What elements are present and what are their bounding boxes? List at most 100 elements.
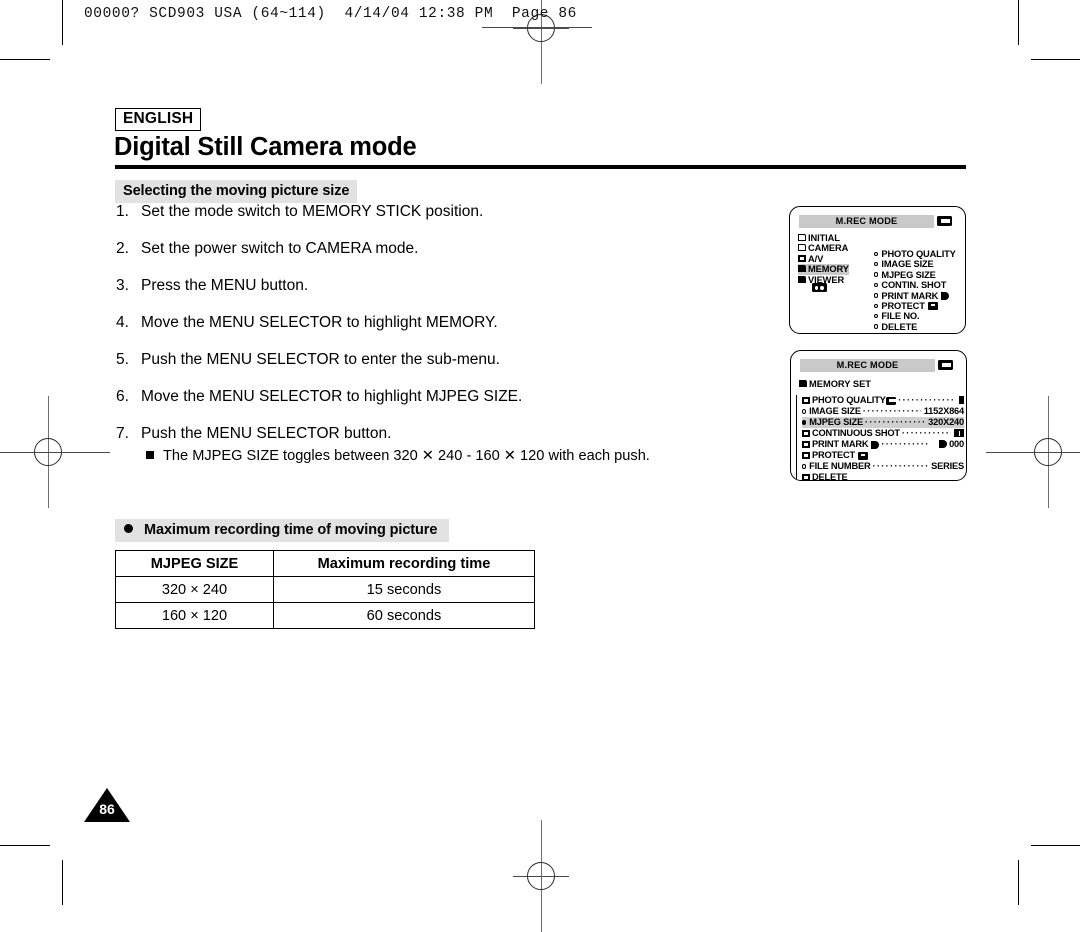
- leader-dots: ···············: [901, 428, 951, 438]
- step-text: Set the mode switch to MEMORY STICK posi…: [141, 203, 484, 220]
- folder-open-icon: [799, 380, 807, 387]
- lcd-submenu-item-photo-quality[interactable]: PHOTO QUALITY: [874, 249, 956, 259]
- lock-icon: [858, 451, 869, 460]
- lcd-setting-photo-quality[interactable]: PHOTO QUALITY ···············: [802, 395, 964, 406]
- lcd-memory-set-list: PHOTO QUALITY ··············· IMAGE SIZE…: [802, 395, 964, 480]
- lcd-submenu-item-contin-shot[interactable]: CONTIN. SHOT: [874, 280, 956, 290]
- leader-dots: ··············: [872, 461, 929, 471]
- lcd-setting-print-mark[interactable]: PRINT MARK ··········· 000: [802, 439, 964, 450]
- leader-dots: ···············: [864, 417, 926, 427]
- circle-icon: [874, 303, 879, 308]
- table-cell-recording-time: 60 seconds: [273, 602, 535, 629]
- lcd-menu-item-av[interactable]: A/V: [798, 254, 849, 264]
- section-heading-text: Maximum recording time of moving picture: [144, 522, 438, 538]
- table-header-row: MJPEG SIZE Maximum recording time: [115, 550, 535, 577]
- table-header-cell: Maximum recording time: [273, 550, 535, 577]
- print-mark-icon: [871, 440, 880, 449]
- lcd-submenu-item-protect[interactable]: PROTECT: [874, 301, 956, 311]
- step-text: Move the MENU SELECTOR to highlight MEMO…: [141, 314, 498, 331]
- table-row: 320 × 240 15 seconds: [115, 576, 535, 603]
- setting-value: SERIES: [931, 461, 964, 471]
- section-heading-selecting-size: Selecting the moving picture size: [115, 180, 358, 203]
- folder-open-icon: [802, 397, 810, 404]
- circle-icon: [802, 409, 807, 414]
- setting-label: CONTINUOUS SHOT: [812, 428, 900, 438]
- folder-icon: [798, 275, 806, 283]
- leader-dots: ···········: [881, 439, 930, 449]
- lcd-setting-delete[interactable]: DELETE: [802, 472, 964, 480]
- lcd-menu-item-camera[interactable]: CAMERA: [798, 243, 849, 253]
- instruction-step: 1. Set the mode switch to MEMORY STICK po…: [116, 204, 756, 220]
- lcd-setting-protect[interactable]: PROTECT: [802, 450, 964, 461]
- lcd-submenu-item-image-size[interactable]: IMAGE SIZE: [874, 259, 956, 269]
- section-heading-max-recording-time: Maximum recording time of moving picture: [115, 519, 450, 542]
- square-bullet-icon: [146, 450, 154, 459]
- step-number: 7.: [116, 425, 129, 442]
- language-badge: ENGLISH: [115, 108, 202, 132]
- step-text: Press the MENU button.: [141, 277, 309, 294]
- lcd-submenu-item-format[interactable]: FORMAT: [874, 332, 956, 333]
- page-number-text: 86: [99, 801, 115, 817]
- title-underline-rule: [115, 165, 966, 169]
- max-recording-time-table: MJPEG SIZE Maximum recording time 320 × …: [115, 550, 535, 629]
- lcd-submenu-label: MJPEG SIZE: [881, 269, 936, 280]
- instruction-step: 4. Move the MENU SELECTOR to highlight ME…: [116, 315, 756, 331]
- circle-icon: [874, 262, 879, 267]
- print-mark-count: 000: [949, 439, 964, 449]
- instruction-step-list: 1. Set the mode switch to MEMORY STICK po…: [116, 204, 756, 485]
- setting-label: FILE NUMBER: [809, 461, 871, 471]
- instruction-step: 7. Push the MENU SELECTOR button. The MJP…: [116, 426, 756, 463]
- lcd-submenu-label: FORMAT: [881, 332, 919, 333]
- step-number: 4.: [116, 314, 129, 331]
- setting-value: 000: [935, 439, 964, 450]
- circle-icon: [802, 464, 807, 469]
- table-row: 160 × 120 60 seconds: [115, 602, 535, 629]
- circle-icon: [874, 293, 879, 298]
- circle-icon: [874, 282, 879, 288]
- lcd-submenu-column: PHOTO QUALITY IMAGE SIZE MJPEG SIZE CONT…: [874, 249, 956, 333]
- battery-icon: [959, 396, 964, 404]
- lcd-setting-continuous-shot[interactable]: CONTINUOUS SHOT ···············: [802, 428, 964, 439]
- memory-card-icon: [937, 216, 952, 226]
- setting-label: PROTECT: [812, 450, 856, 460]
- folder-open-icon: [802, 430, 810, 437]
- setting-value: [958, 395, 964, 406]
- setting-label: PRINT MARK: [812, 439, 869, 449]
- setting-label: MJPEG SIZE: [809, 417, 863, 427]
- lcd-setting-file-number[interactable]: FILE NUMBER ·············· SERIES: [802, 461, 964, 472]
- leader-dots: ···············: [862, 406, 921, 416]
- step-text: Set the power switch to CAMERA mode.: [141, 240, 419, 257]
- lcd-submenu-label: PHOTO QUALITY: [881, 249, 956, 259]
- setting-value: 320X240: [928, 417, 964, 427]
- lcd-setting-image-size[interactable]: IMAGE SIZE ··············· 1152X864: [802, 406, 964, 417]
- table-header-cell: MJPEG SIZE: [115, 550, 274, 577]
- lcd-setting-mjpeg-size[interactable]: MJPEG SIZE ··············· 320X240: [802, 417, 964, 428]
- page-number-badge: 86: [84, 788, 130, 822]
- leader-dots: ···············: [898, 395, 956, 405]
- lcd-menu-label: CAMERA: [808, 243, 849, 254]
- lcd-menu-item-initial[interactable]: INITIAL: [798, 233, 849, 243]
- setting-label: PHOTO QUALITY: [812, 395, 886, 405]
- lcd-mode-title: M.REC MODE: [799, 215, 934, 228]
- instruction-step: 5. Push the MENU SELECTOR to enter the su…: [116, 352, 756, 368]
- lcd-submenu-label: DELETE: [881, 321, 918, 332]
- lcd-submenu-item-print-mark[interactable]: PRINT MARK: [874, 291, 956, 301]
- step-text: Push the MENU SELECTOR button.: [141, 425, 392, 442]
- folder-open-icon: [798, 265, 806, 273]
- step-number: 5.: [116, 351, 129, 368]
- circle-icon: [874, 251, 879, 256]
- lcd-submenu-item-file-no[interactable]: FILE NO.: [874, 311, 956, 321]
- square-icon: [802, 452, 810, 459]
- lcd-submenu-item-mjpeg-size[interactable]: MJPEG SIZE: [874, 270, 956, 280]
- lcd-screen-memory-set: M.REC MODE MEMORY SET PHOTO QUALITY ····…: [790, 350, 967, 481]
- round-bullet-icon: [124, 524, 133, 533]
- memory-card-icon: [938, 360, 953, 370]
- instruction-step: 6. Move the MENU SELECTOR to highlight MJ…: [116, 389, 756, 405]
- lcd-mode-title: M.REC MODE: [800, 359, 935, 372]
- step-number: 1.: [116, 203, 129, 220]
- lcd-menu-item-memory[interactable]: MEMORY: [798, 264, 849, 275]
- step-number: 6.: [116, 388, 129, 405]
- step-number: 2.: [116, 240, 129, 257]
- lcd-submenu-item-delete[interactable]: DELETE: [874, 322, 956, 332]
- step-number: 3.: [116, 277, 129, 294]
